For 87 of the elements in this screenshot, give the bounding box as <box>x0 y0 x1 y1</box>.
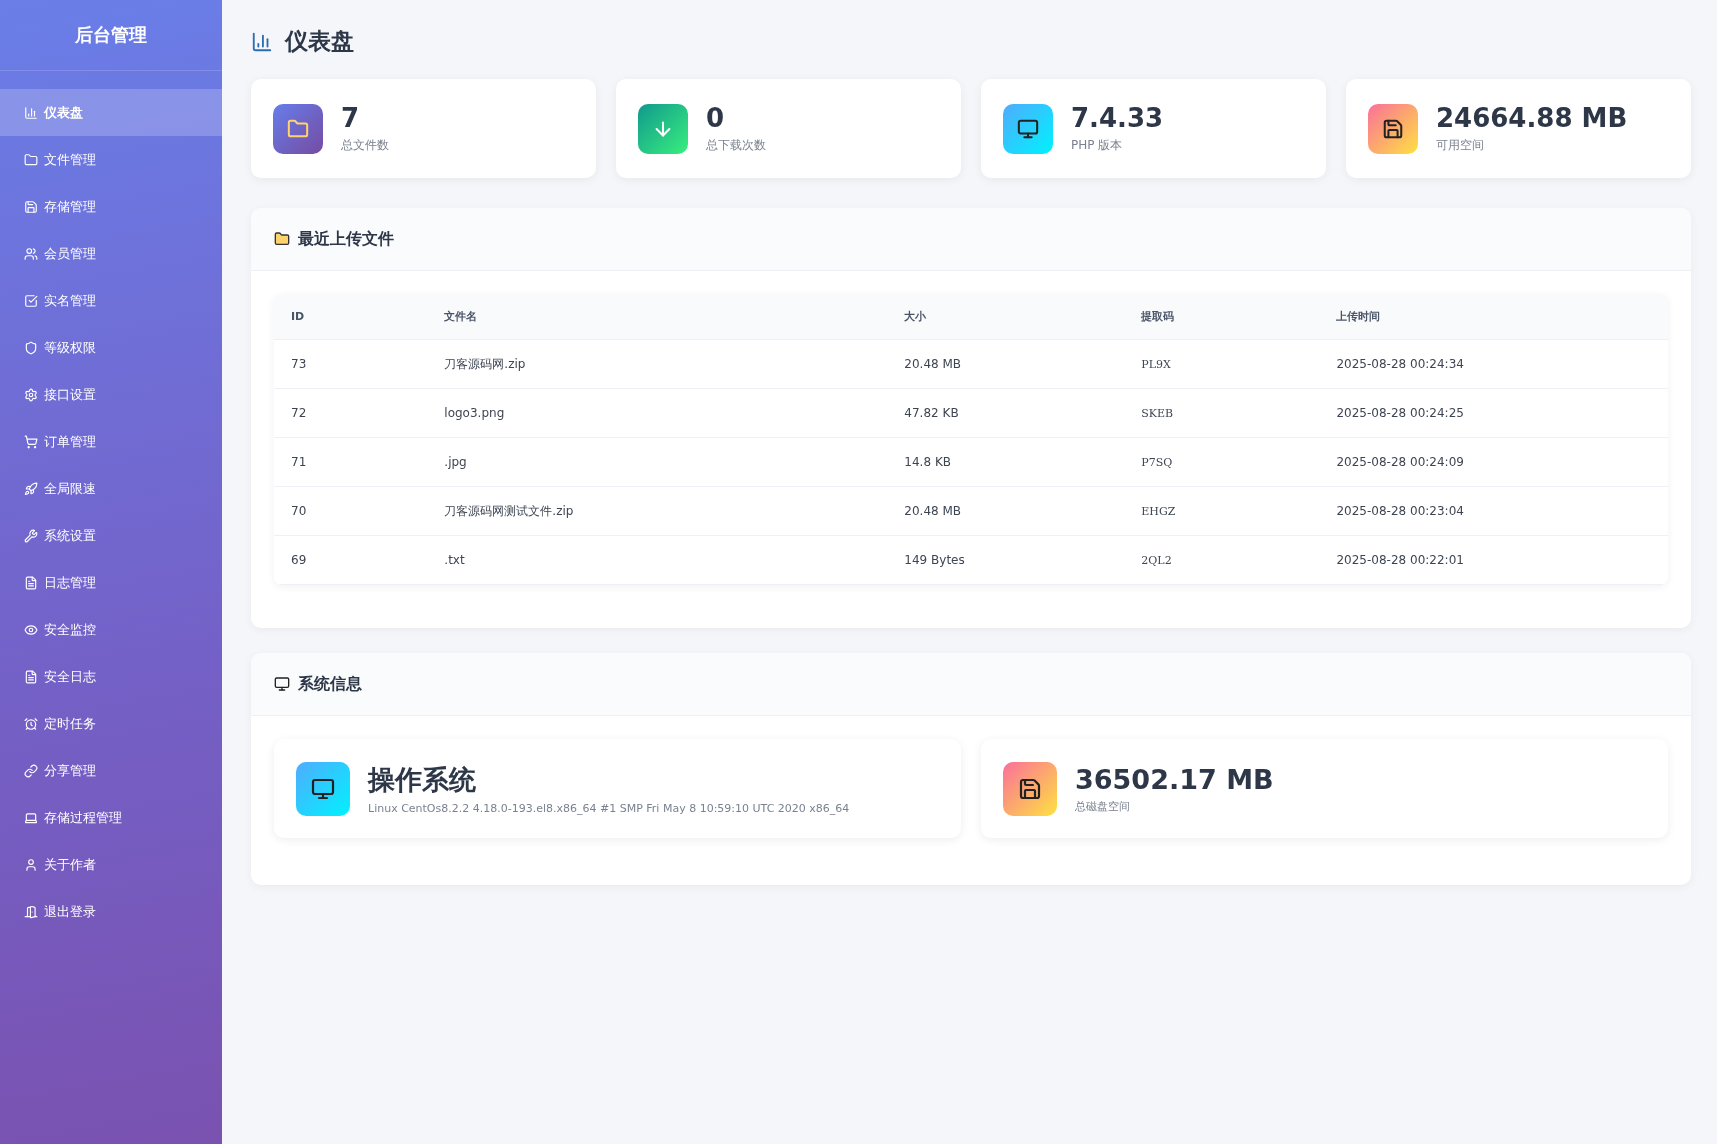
table-cell: 2025-08-28 00:24:09 <box>1319 437 1668 487</box>
table-cell: 2025-08-28 00:23:04 <box>1319 486 1668 536</box>
info-value: 36502.17 MB <box>1075 763 1274 795</box>
table-cell: .txt <box>427 535 888 585</box>
door-icon <box>24 904 38 919</box>
user-icon <box>24 857 38 872</box>
stat-label: PHP 版本 <box>1071 137 1124 154</box>
sidebar-item[interactable]: 日志管理 <box>0 559 222 606</box>
alarm-clock-icon <box>24 716 38 731</box>
sidebar-item[interactable]: 分享管理 <box>0 747 222 794</box>
stat-label: 总下载次数 <box>706 137 766 154</box>
shield-icon <box>24 340 38 355</box>
folder-icon <box>287 117 309 140</box>
stat-value: 0 <box>706 103 726 133</box>
link-icon <box>24 763 38 778</box>
sidebar-item[interactable]: 订单管理 <box>0 418 222 465</box>
sidebar-item[interactable]: 接口设置 <box>0 371 222 418</box>
sidebar-item[interactable]: 关于作者 <box>0 841 222 888</box>
stat-label: 可用空间 <box>1436 137 1485 154</box>
table-cell: 2025-08-28 00:24:25 <box>1319 388 1668 438</box>
table-cell: 20.48 MB <box>887 486 1125 536</box>
stat-label: 总文件数 <box>341 137 389 154</box>
bar-chart-icon <box>251 30 273 53</box>
table-cell: .jpg <box>427 437 888 487</box>
sidebar-item[interactable]: 安全日志 <box>0 653 222 700</box>
sidebar-item[interactable]: 会员管理 <box>0 230 222 277</box>
sidebar-item[interactable]: 存储管理 <box>0 183 222 230</box>
folder-icon <box>274 231 290 247</box>
laptop-icon <box>24 810 38 825</box>
table-cell: P7SQ <box>1124 437 1320 487</box>
wrench-icon <box>24 528 38 543</box>
table-cell: 刀客源码网测试文件.zip <box>427 486 888 536</box>
column-header: 文件名 <box>427 294 888 340</box>
page-title: 仪表盘 <box>285 27 354 56</box>
folder-icon <box>24 152 38 167</box>
table-cell: 71 <box>274 437 428 487</box>
info-label: 总磁盘空间 <box>1075 798 1131 814</box>
cart-icon <box>24 434 38 449</box>
table-cell: logo3.png <box>427 388 888 438</box>
table-cell: 2025-08-28 00:22:01 <box>1319 535 1668 585</box>
document-icon <box>24 669 38 684</box>
table-cell: 70 <box>274 486 428 536</box>
column-header: 上传时间 <box>1319 294 1668 340</box>
table-cell: 2QL2 <box>1124 535 1320 585</box>
sidebar-item[interactable]: 等级权限 <box>0 324 222 371</box>
monitor-icon <box>1017 117 1039 140</box>
stat-value: 7 <box>341 103 361 133</box>
table-cell: PL9X <box>1124 339 1320 389</box>
table-cell: SKEB <box>1124 388 1320 438</box>
sidebar-item[interactable]: 定时任务 <box>0 700 222 747</box>
panel-title: 最近上传文件 <box>298 228 394 250</box>
users-icon <box>24 246 38 261</box>
sidebar-item[interactable]: 全局限速 <box>0 465 222 512</box>
monitor-icon <box>311 776 335 801</box>
stat-value: 7.4.33 <box>1071 103 1164 133</box>
column-header: 提取码 <box>1124 294 1320 340</box>
document-icon <box>24 575 38 590</box>
sidebar-item[interactable]: 存储过程管理 <box>0 794 222 841</box>
table-cell: 69 <box>274 535 428 585</box>
table-cell: EHGZ <box>1124 486 1320 536</box>
sidebar-item[interactable]: 仪表盘 <box>0 89 222 136</box>
sidebar-item[interactable]: 实名管理 <box>0 277 222 324</box>
stat-value: 24664.88 MB <box>1436 103 1628 133</box>
sidebar-item[interactable]: 系统设置 <box>0 512 222 559</box>
sidebar-title: 后台管理 <box>75 23 147 47</box>
sidebar-item[interactable]: 退出登录 <box>0 888 222 935</box>
table-cell: 149 Bytes <box>887 535 1125 585</box>
settings-icon <box>24 387 38 402</box>
table-cell: 刀客源码网.zip <box>427 339 888 389</box>
rocket-icon <box>24 481 38 496</box>
panel-title: 系统信息 <box>298 673 362 695</box>
monitor-icon <box>274 676 290 692</box>
bar-chart-icon <box>24 105 38 120</box>
checkbox-icon <box>24 293 38 308</box>
table-cell: 2025-08-28 00:24:34 <box>1319 339 1668 389</box>
column-header: ID <box>274 294 428 340</box>
table-cell: 47.82 KB <box>887 388 1125 438</box>
sidebar-item[interactable]: 文件管理 <box>0 136 222 183</box>
table-cell: 73 <box>274 339 428 389</box>
table-cell: 20.48 MB <box>887 339 1125 389</box>
table-cell: 72 <box>274 388 428 438</box>
info-label: Linux CentOs8.2.2 4.18.0-193.el8.x86_64 #1 SMP Fri May 8 10:59:10 UTC 2020 x86_64 <box>368 802 850 815</box>
table-cell: 14.8 KB <box>887 437 1125 487</box>
info-value: 操作系统 <box>368 763 477 797</box>
eye-icon <box>24 622 38 637</box>
sidebar-item[interactable]: 安全监控 <box>0 606 222 653</box>
column-header: 大小 <box>887 294 1125 340</box>
